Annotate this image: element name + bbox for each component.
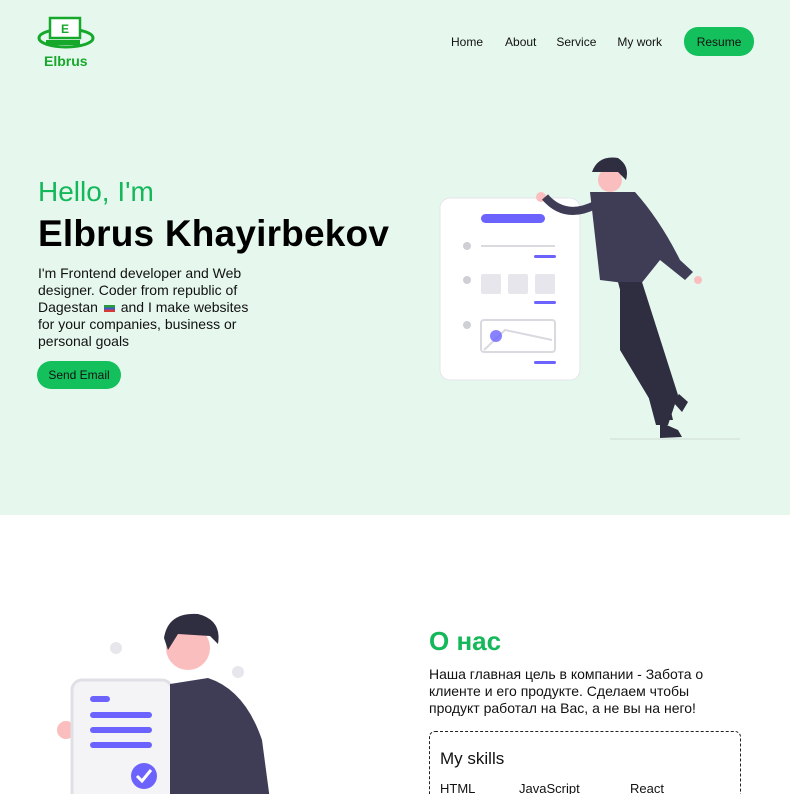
nav-service[interactable]: Service [556,28,596,56]
brand-name: Elbrus [44,53,88,69]
resume-button[interactable]: Resume [684,27,755,56]
dagestan-flag-icon [103,304,115,312]
hero-section: E Elbrus Home About Service My work Resu… [0,0,790,515]
about-illustration [57,613,270,794]
nav-about[interactable]: About [505,28,536,56]
hero-intro: I'm Frontend developer and Web designer.… [38,265,253,350]
skill-html: HTML [440,781,476,794]
nav-home[interactable]: Home [451,28,483,56]
about-text: Наша главная цель в компании - Забота о … [429,666,704,716]
nav-my-work[interactable]: My work [617,28,662,56]
about-title: О нас [429,626,502,656]
skill-react: React [630,781,664,794]
hero-greeting: Hello, I'm [38,176,154,207]
send-email-button[interactable]: Send Email [37,361,121,389]
skills-title: My skills [440,749,505,768]
main-nav: Home About Service My work Resume [451,27,755,56]
hero-illustration [439,157,740,440]
skill-javascript: JavaScript [519,781,580,794]
svg-text:E: E [61,22,69,36]
hero-name: Elbrus Khayirbekov [38,213,390,254]
skills-box: My skills HTML JavaScript React [429,731,741,794]
